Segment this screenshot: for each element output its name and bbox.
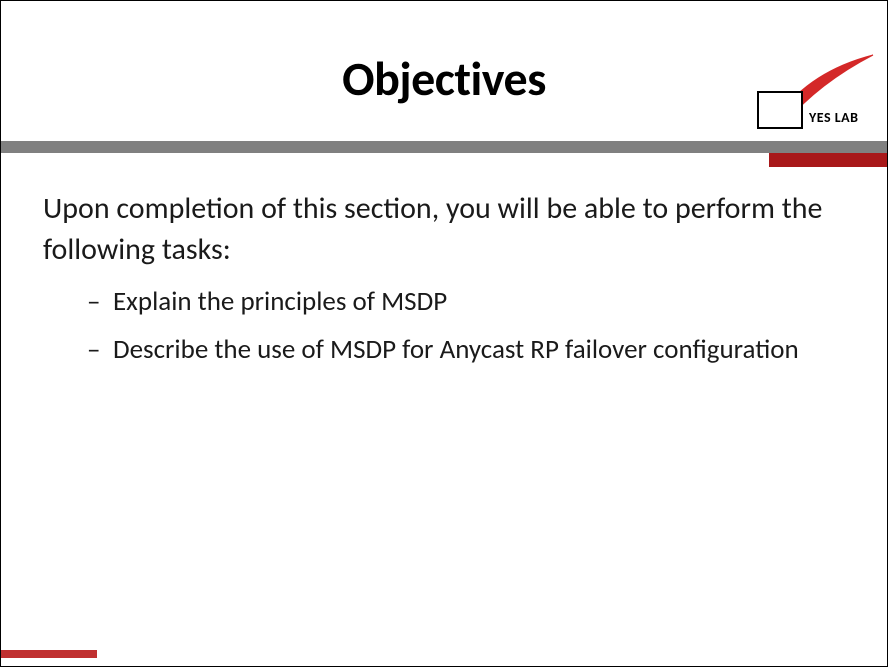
bullet-list: Explain the principles of MSDP Describe … [43,284,845,369]
slide-header: Objectives YES LAB [1,1,887,141]
logo-text: YES LAB [809,109,859,126]
bullet-item: Describe the use of MSDP for Anycast RP … [87,332,845,368]
divider-red-accent [769,153,887,167]
intro-text: Upon completion of this section, you wil… [43,189,845,270]
bullet-item: Explain the principles of MSDP [87,284,845,320]
divider-gray-bar [1,141,887,153]
yes-lab-logo: YES LAB [727,51,887,141]
slide-content: Upon completion of this section, you wil… [1,171,887,369]
divider [1,141,887,171]
footer-accent [1,650,97,658]
logo-box-icon [757,91,803,129]
